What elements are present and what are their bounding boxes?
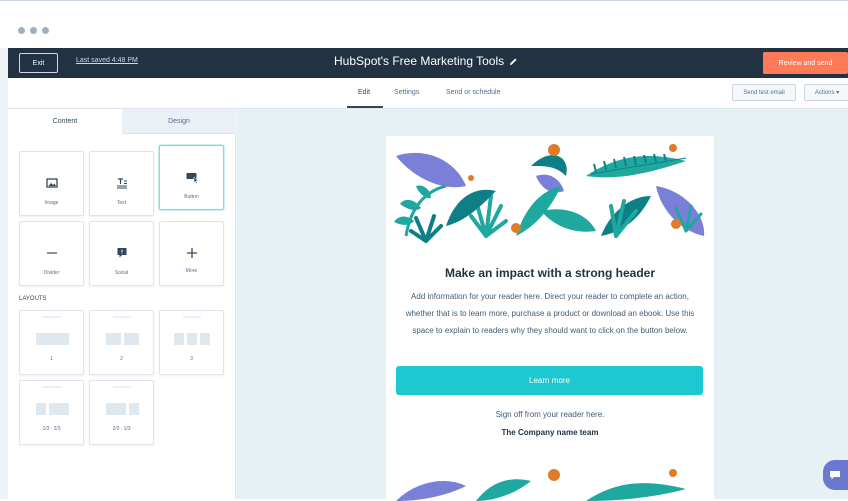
layout-column <box>36 333 69 345</box>
editor-topbar: Exit Last saved 4:48 PM HubSpot's Free M… <box>8 48 848 78</box>
module-social[interactable]: Social <box>89 221 154 286</box>
module-image[interactable]: Image <box>19 151 84 216</box>
layout-label: 2 <box>120 356 123 362</box>
module-divider[interactable]: Divider <box>19 221 84 286</box>
module-label: Divider <box>43 270 60 276</box>
layout-preview-bar <box>43 316 61 318</box>
module-label: Text <box>116 200 127 206</box>
layout-column <box>187 333 197 345</box>
layout-label: 1/3 : 2/3 <box>42 426 61 432</box>
layout-column <box>106 333 121 345</box>
divider-icon <box>46 252 57 254</box>
layout-preview-bar <box>113 316 131 318</box>
email-preview[interactable]: Make an impact with a strong header Add … <box>386 136 714 501</box>
module-label: Social <box>114 270 129 276</box>
help-widget[interactable] <box>823 460 848 490</box>
chat-icon <box>830 471 840 480</box>
tab-settings[interactable]: Settings <box>394 89 419 96</box>
email-title-group[interactable]: HubSpot's Free Marketing Tools <box>334 54 518 68</box>
tab-edit[interactable]: Edit <box>358 89 370 96</box>
layouts-heading: LAYOUTS <box>19 296 47 302</box>
layout-three-column[interactable]: 3 <box>159 310 224 375</box>
social-icon <box>117 248 126 258</box>
email-company-name[interactable]: The Company name team <box>386 428 714 437</box>
module-button[interactable]: Button <box>159 145 224 210</box>
layout-label: 1 <box>50 356 53 362</box>
layout-column <box>174 333 184 345</box>
layout-label: 2/3 : 1/3 <box>112 426 131 432</box>
window-dot <box>30 27 37 34</box>
layout-column <box>124 333 139 345</box>
last-saved-link[interactable]: Last saved 4:48 PM <box>76 57 138 64</box>
text-icon <box>116 178 127 189</box>
learn-more-button[interactable]: Learn more <box>396 366 703 395</box>
tab-send-or-schedule[interactable]: Send or schedule <box>446 89 500 96</box>
app-frame: Exit Last saved 4:48 PM HubSpot's Free M… <box>0 0 848 501</box>
leaf-illustration <box>394 144 705 243</box>
module-label: Image <box>44 200 59 206</box>
left-sidebar: Content Design Image Text Button Divider… <box>8 109 236 499</box>
module-label: More <box>185 268 198 274</box>
button-icon <box>186 173 199 184</box>
window-dot <box>42 27 49 34</box>
module-more[interactable]: More <box>159 221 224 286</box>
layout-one-third-two-thirds[interactable]: 1/3 : 2/3 <box>19 380 84 445</box>
exit-button[interactable]: Exit <box>19 53 58 73</box>
layout-column <box>49 403 69 415</box>
layout-preview-bar <box>43 386 61 388</box>
layout-column <box>106 403 126 415</box>
editor-subbar: Edit Settings Send or schedule Send test… <box>8 78 848 109</box>
layout-column <box>36 403 46 415</box>
pencil-icon[interactable] <box>509 57 518 66</box>
sidebar-tab-content[interactable]: Content <box>8 109 122 134</box>
layout-label: 3 <box>190 356 193 362</box>
layout-two-thirds-one-third[interactable]: 2/3 : 1/3 <box>89 380 154 445</box>
window-dot <box>18 27 25 34</box>
layout-preview-bar <box>183 316 201 318</box>
module-label: Button <box>184 194 199 200</box>
leaf-illustration-footer <box>396 469 686 501</box>
layout-column <box>129 403 139 415</box>
plus-icon <box>186 248 197 258</box>
image-icon <box>45 178 58 188</box>
actions-dropdown[interactable]: Actions ▾ <box>804 84 848 101</box>
module-text[interactable]: Text <box>89 151 154 216</box>
email-headline[interactable]: Make an impact with a strong header <box>386 266 714 280</box>
send-test-email-button[interactable]: Send test email <box>732 84 796 101</box>
email-signoff[interactable]: Sign off from your reader here. <box>386 410 714 419</box>
layout-preview-bar <box>113 386 131 388</box>
layout-two-column[interactable]: 2 <box>89 310 154 375</box>
review-and-send-button[interactable]: Review and send <box>763 52 848 74</box>
window-chrome <box>0 0 848 48</box>
email-title: HubSpot's Free Marketing Tools <box>334 54 505 68</box>
active-tab-indicator <box>347 106 383 108</box>
layout-one-column[interactable]: 1 <box>19 310 84 375</box>
email-body-text[interactable]: Add information for your reader here. Di… <box>400 288 700 339</box>
window-dots <box>18 27 49 34</box>
layout-column <box>200 333 210 345</box>
sidebar-tab-design[interactable]: Design <box>122 109 236 134</box>
